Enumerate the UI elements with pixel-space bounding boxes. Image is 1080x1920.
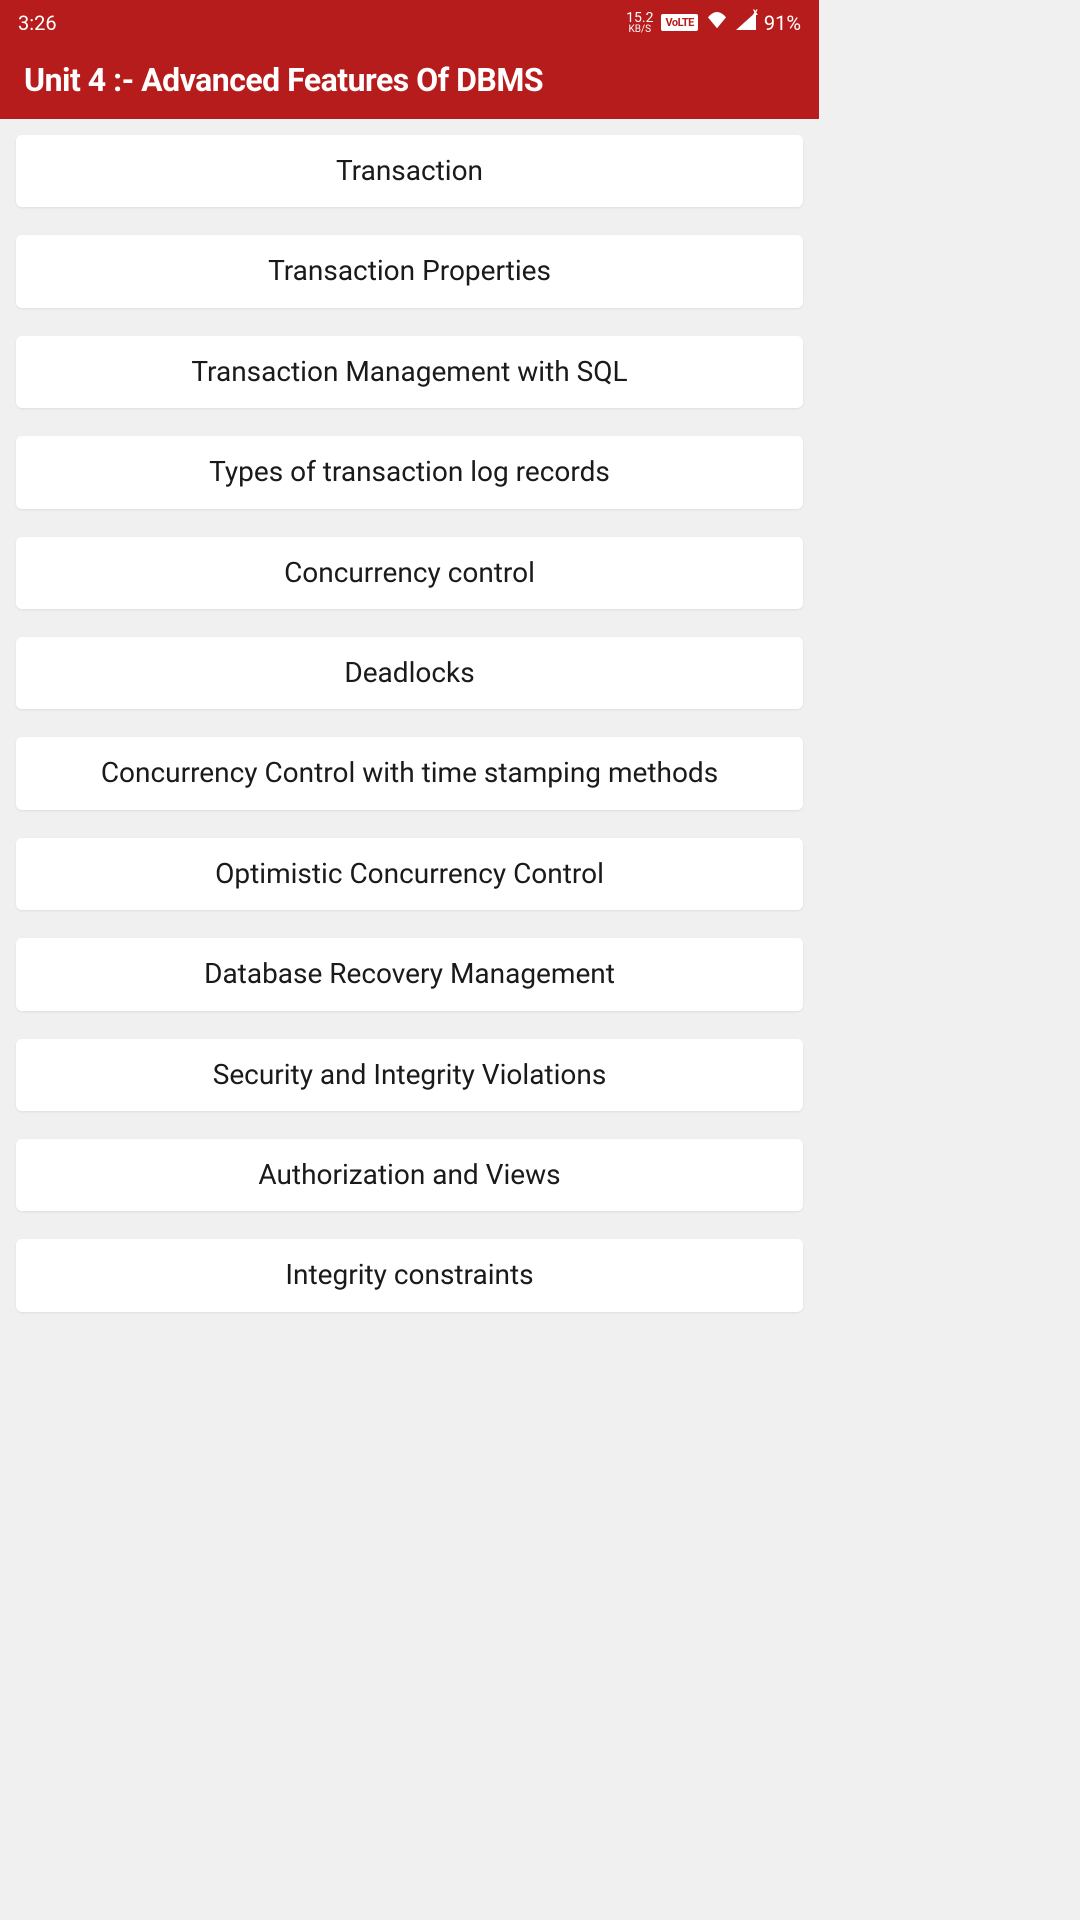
topic-item[interactable]: Authorization and Views [16,1139,803,1211]
status-indicators: 15.2 KB/S VoLTE x 91% [626,11,801,35]
topic-item[interactable]: Concurrency control [16,537,803,609]
battery-percentage: 91% [764,11,801,35]
topic-item[interactable]: Transaction Management with SQL [16,336,803,408]
topic-item[interactable]: Integrity constraints [16,1239,803,1311]
topic-item[interactable]: Types of transaction log records [16,436,803,508]
data-speed-indicator: 15.2 KB/S [626,11,653,35]
app-header: Unit 4 :- Advanced Features Of DBMS [0,45,819,119]
page-title: Unit 4 :- Advanced Features Of DBMS [24,61,795,99]
signal-icon: x [736,11,756,35]
status-bar: 3:26 15.2 KB/S VoLTE x 91% [0,0,819,45]
topic-item[interactable]: Transaction Properties [16,235,803,307]
topic-item[interactable]: Security and Integrity Violations [16,1039,803,1111]
volte-badge: VoLTE [661,14,697,31]
wifi-icon [706,11,728,35]
topic-item[interactable]: Optimistic Concurrency Control [16,838,803,910]
topic-item[interactable]: Concurrency Control with time stamping m… [16,737,803,809]
topic-item[interactable]: Deadlocks [16,637,803,709]
topics-list: Transaction Transaction Properties Trans… [0,119,819,1328]
topic-item[interactable]: Transaction [16,135,803,207]
status-time: 3:26 [18,11,57,35]
topic-item[interactable]: Database Recovery Management [16,938,803,1010]
